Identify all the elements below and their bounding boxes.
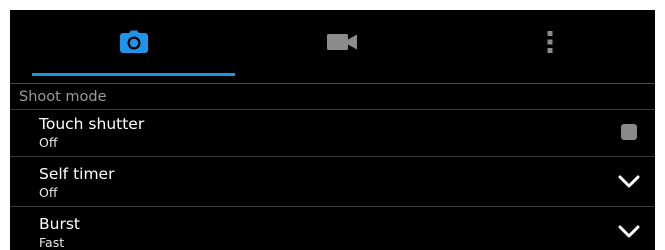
setting-value: Fast bbox=[39, 235, 65, 250]
more-vertical-icon bbox=[547, 31, 552, 53]
setting-title: Touch shutter bbox=[39, 115, 145, 133]
setting-title: Self timer bbox=[39, 165, 115, 183]
item-divider bbox=[10, 156, 655, 157]
selected-tab-indicator bbox=[32, 73, 235, 76]
tab-more-settings[interactable] bbox=[448, 10, 651, 74]
video-camera-icon bbox=[326, 34, 357, 50]
chevron-down-icon[interactable] bbox=[618, 225, 640, 239]
camera-icon bbox=[119, 30, 148, 53]
touch-shutter-checkbox[interactable] bbox=[621, 124, 637, 140]
chevron-down-icon[interactable] bbox=[618, 175, 640, 189]
item-divider bbox=[10, 206, 655, 207]
setting-burst[interactable]: Burst Fast bbox=[10, 210, 655, 250]
setting-title: Burst bbox=[39, 215, 80, 233]
setting-value: Off bbox=[39, 135, 58, 150]
section-header-shoot-mode: Shoot mode bbox=[19, 89, 107, 105]
setting-value: Off bbox=[39, 185, 58, 200]
tab-camera-settings[interactable] bbox=[32, 10, 235, 74]
setting-self-timer[interactable]: Self timer Off bbox=[10, 160, 655, 209]
settings-tab-bar bbox=[10, 10, 655, 77]
setting-touch-shutter[interactable]: Touch shutter Off bbox=[10, 110, 655, 159]
section-divider bbox=[10, 83, 655, 84]
tab-video-settings[interactable] bbox=[240, 10, 443, 74]
camera-settings-panel: Shoot mode Touch shutter Off Self timer … bbox=[10, 10, 655, 250]
